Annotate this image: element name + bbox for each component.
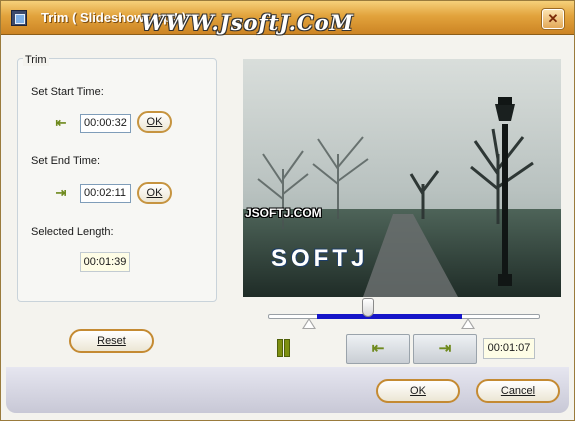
start-time-field[interactable]: 00:00:32 [80, 114, 131, 133]
close-button[interactable]: ✕ [542, 9, 564, 29]
start-ok-label: OK [146, 116, 163, 128]
trim-dialog: Trim ( Slideshow .mp4 ) WWW.JsoftJ.CoM ✕… [0, 0, 575, 421]
reset-label: Reset [97, 335, 126, 347]
selected-length-value: 00:01:39 [80, 252, 130, 272]
app-icon [11, 10, 27, 26]
end-ok-label: OK [146, 187, 163, 199]
cancel-label: Cancel [500, 385, 536, 397]
start-marker-handle[interactable] [302, 318, 316, 329]
title-bar[interactable]: Trim ( Slideshow .mp4 ) WWW.JsoftJ.CoM ✕ [1, 1, 574, 35]
set-start-icon: ⇤ [371, 340, 385, 357]
current-time-readout: 00:01:07 [483, 338, 535, 359]
end-time-field[interactable]: 00:02:11 [80, 184, 131, 203]
ok-button[interactable]: OK [376, 379, 460, 403]
end-time-label: Set End Time: [31, 155, 101, 167]
preview-watermark-text: JSOFTJ.COM [245, 206, 322, 220]
cancel-button[interactable]: Cancel [476, 379, 560, 403]
end-ok-button[interactable]: OK [137, 182, 172, 204]
selected-length-label: Selected Length: [31, 226, 114, 238]
ok-label: OK [410, 385, 426, 397]
pause-icon[interactable] [277, 339, 290, 357]
start-time-label: Set Start Time: [31, 86, 104, 98]
preview-watermark-logo: SOFTJ [271, 245, 369, 272]
set-end-icon: ⇥ [438, 340, 452, 357]
set-end-icon: ⇥ [55, 185, 67, 200]
set-start-button[interactable]: ⇤ [346, 334, 410, 364]
start-ok-button[interactable]: OK [137, 111, 172, 133]
playhead-thumb[interactable] [362, 298, 374, 317]
reset-button[interactable]: Reset [69, 329, 154, 353]
watermark-text: WWW.JsoftJ.CoM [141, 10, 354, 35]
set-end-button[interactable]: ⇥ [413, 334, 477, 364]
end-marker-handle[interactable] [461, 318, 475, 329]
trim-selection-range [317, 314, 462, 319]
trim-group-label: Trim [23, 54, 49, 66]
set-start-icon: ⇤ [55, 115, 67, 130]
